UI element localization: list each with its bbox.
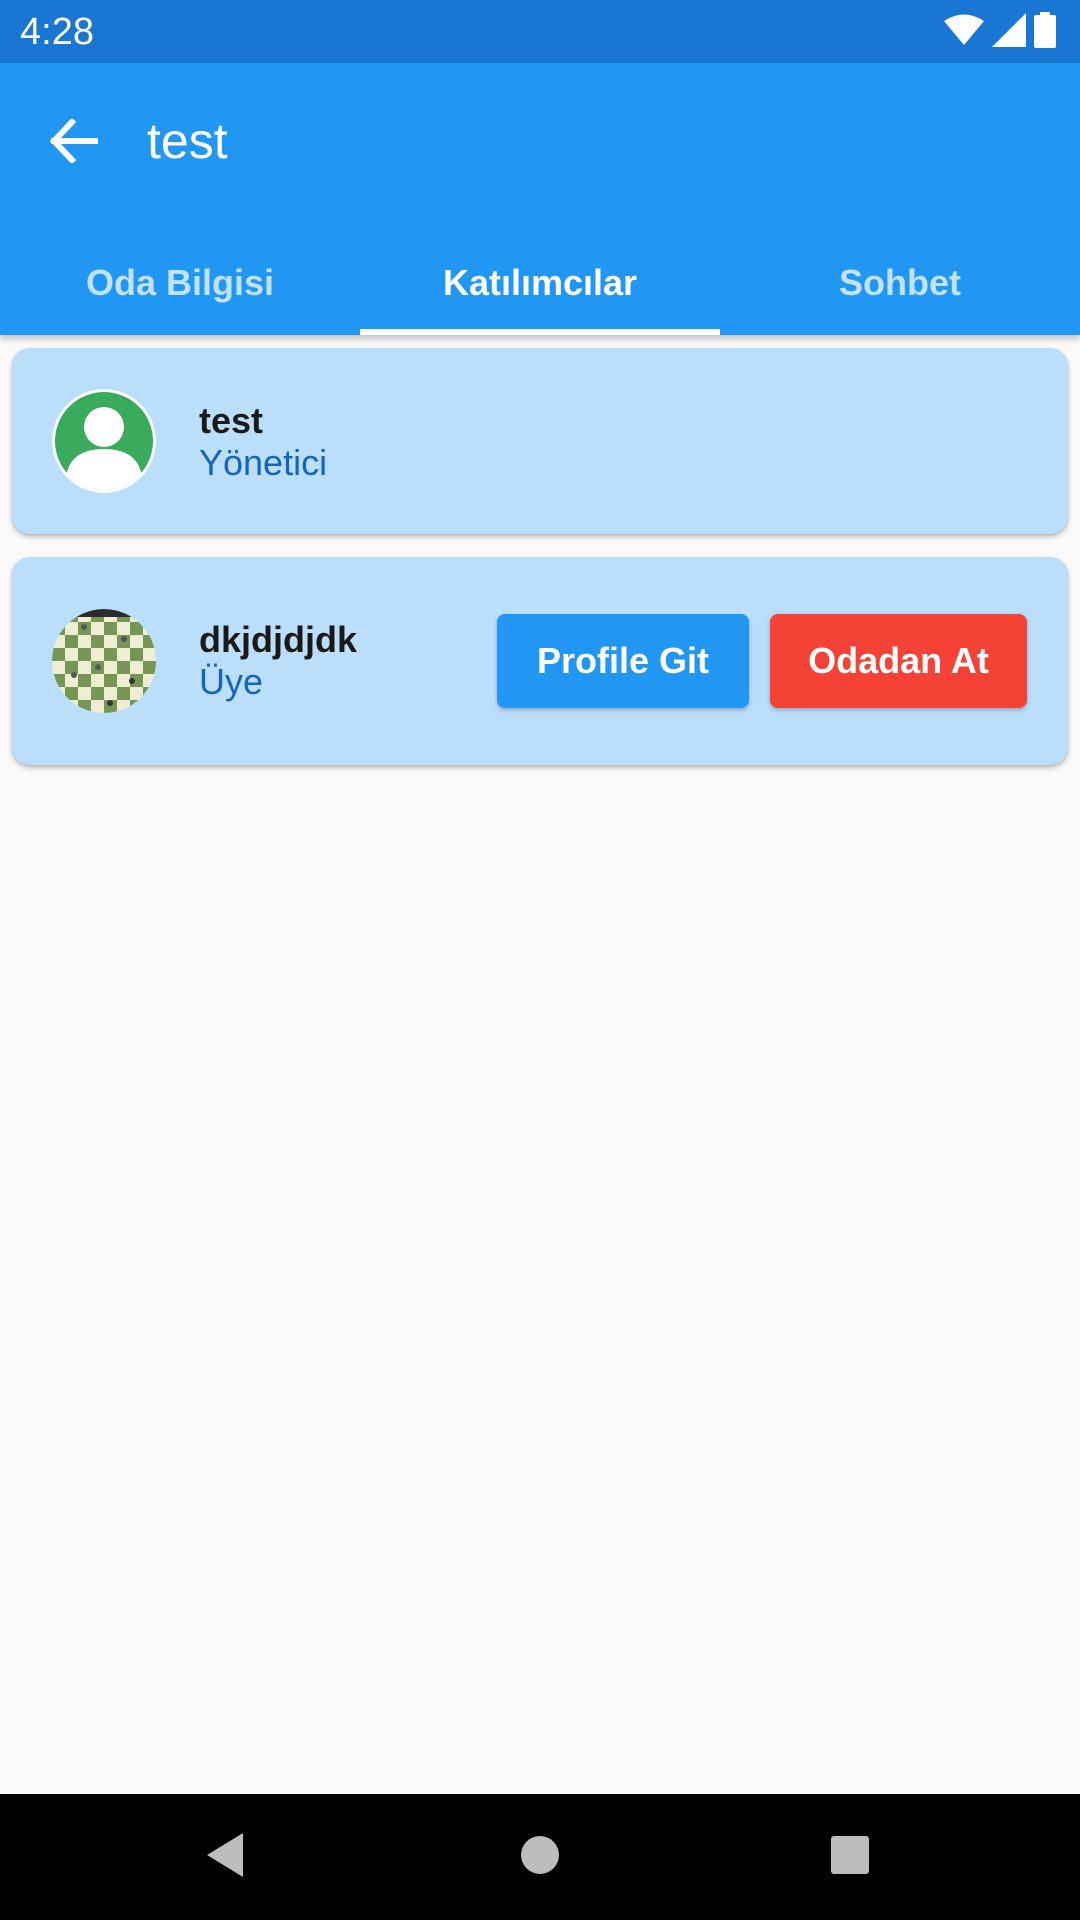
- signal-icon: [992, 12, 1026, 52]
- tab-bar: Oda Bilgisi Katılımcılar Sohbet: [0, 231, 1080, 335]
- avatar[interactable]: [52, 609, 156, 713]
- status-icons: [944, 11, 1056, 53]
- back-triangle-icon: [203, 1831, 247, 1884]
- tab-label: Katılımcılar: [442, 262, 638, 303]
- participant-name: test: [199, 400, 264, 441]
- tab-sohbet[interactable]: Sohbet: [720, 231, 1080, 335]
- participant-card: test Yönetici: [12, 348, 1068, 534]
- home-circle-icon: [520, 1835, 560, 1880]
- participant-name: dkjdjdjdk: [199, 619, 358, 660]
- system-nav-bar: [0, 1794, 1080, 1920]
- nav-home-button[interactable]: [510, 1827, 570, 1887]
- page-title: test: [147, 113, 228, 169]
- avatar[interactable]: [52, 389, 156, 493]
- button-label: Odadan At: [808, 640, 989, 681]
- nav-back-button[interactable]: [195, 1827, 255, 1887]
- participant-role: Üye: [199, 661, 264, 702]
- wifi-icon: [944, 14, 984, 51]
- tab-oda-bilgisi[interactable]: Oda Bilgisi: [0, 231, 360, 335]
- go-to-profile-button[interactable]: Profile Git: [497, 614, 749, 708]
- tab-indicator: [360, 329, 720, 335]
- status-bar: 4:28: [0, 0, 1080, 63]
- recents-square-icon: [830, 1835, 870, 1880]
- status-time: 4:28: [20, 11, 94, 53]
- participant-role: Yönetici: [199, 442, 328, 483]
- nav-recents-button[interactable]: [820, 1827, 880, 1887]
- app-bar: test Oda Bilgisi Katılımcılar Sohbet: [0, 63, 1080, 335]
- default-person-icon: [52, 389, 156, 493]
- arrow-back-icon: [49, 117, 99, 168]
- tab-label: Oda Bilgisi: [85, 262, 275, 303]
- tab-label: Sohbet: [839, 262, 961, 303]
- button-label: Profile Git: [536, 640, 710, 681]
- back-button[interactable]: [32, 101, 116, 185]
- participant-card: dkjdjdjdk Üye Profile Git Odadan At: [12, 557, 1068, 765]
- screen: 4:28 test Oda Bilgisi Katılımcılar Sohbe…: [0, 0, 1080, 1920]
- kick-from-room-button[interactable]: Odadan At: [770, 614, 1027, 708]
- chessboard-icon: [52, 609, 156, 713]
- battery-icon: [1034, 11, 1056, 53]
- tab-katilimcilar[interactable]: Katılımcılar: [360, 231, 720, 335]
